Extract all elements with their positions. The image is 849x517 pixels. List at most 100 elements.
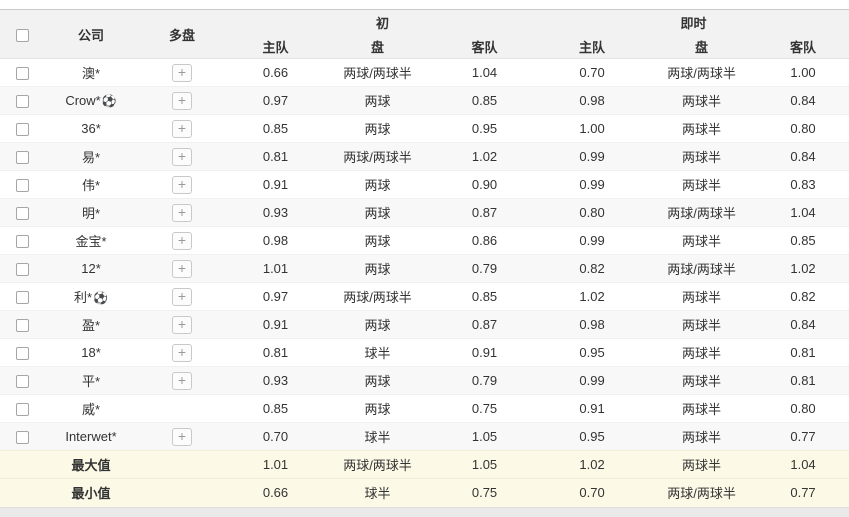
live-home-odds: 0.99	[538, 143, 646, 171]
select-all-checkbox[interactable]	[16, 29, 29, 42]
company-name: Interwet*	[45, 423, 137, 451]
init-away-odds: 0.86	[431, 227, 538, 255]
init-handicap: 球半	[324, 339, 431, 367]
live-home-odds: 0.82	[538, 255, 646, 283]
live-handicap: 两球半	[646, 423, 757, 451]
row-checkbox[interactable]	[16, 375, 29, 388]
init-home-odds: 0.85	[227, 395, 324, 423]
live-away-odds: 0.84	[757, 143, 849, 171]
init-handicap: 两球	[324, 171, 431, 199]
bottom-strip	[0, 507, 849, 517]
live-away-odds: 1.04	[757, 451, 849, 479]
table-row: 盈* + 0.91 两球 0.87 0.98 两球半 0.84	[0, 311, 849, 339]
row-checkbox[interactable]	[16, 319, 29, 332]
row-checkbox[interactable]	[16, 263, 29, 276]
live-away-odds: 0.84	[757, 311, 849, 339]
column-header-init-away: 客队	[431, 35, 538, 59]
table-row: 金宝* + 0.98 两球 0.86 0.99 两球半 0.85	[0, 227, 849, 255]
init-away-odds: 0.91	[431, 339, 538, 367]
live-home-odds: 0.99	[538, 171, 646, 199]
live-handicap: 两球半	[646, 143, 757, 171]
expand-plus-button[interactable]: +	[172, 316, 192, 334]
row-checkbox[interactable]	[16, 431, 29, 444]
init-away-odds: 0.79	[431, 367, 538, 395]
init-handicap: 两球/两球半	[324, 451, 431, 479]
company-name: 伟*	[45, 171, 137, 199]
row-checkbox[interactable]	[16, 207, 29, 220]
init-away-odds: 1.05	[431, 423, 538, 451]
row-checkbox[interactable]	[16, 291, 29, 304]
row-checkbox[interactable]	[16, 151, 29, 164]
init-away-odds: 0.79	[431, 255, 538, 283]
init-home-odds: 0.91	[227, 311, 324, 339]
odds-table: 公司 多盘 初 即时 主队 盘 客队 主队 盘 客队 澳* + 0.66 两球/…	[0, 9, 849, 507]
table-row: 易* + 0.81 两球/两球半 1.02 0.99 两球半 0.84	[0, 143, 849, 171]
init-home-odds: 0.70	[227, 423, 324, 451]
row-checkbox[interactable]	[16, 235, 29, 248]
live-handicap: 两球/两球半	[646, 59, 757, 87]
live-home-odds: 1.02	[538, 451, 646, 479]
live-home-odds: 0.80	[538, 199, 646, 227]
init-away-odds: 0.75	[431, 395, 538, 423]
live-home-odds: 0.98	[538, 311, 646, 339]
row-checkbox[interactable]	[16, 179, 29, 192]
live-handicap: 两球/两球半	[646, 479, 757, 507]
expand-plus-button[interactable]: +	[172, 92, 192, 110]
table-row: 威* 0.85 两球 0.75 0.91 两球半 0.80	[0, 395, 849, 423]
company-name: 平*	[45, 367, 137, 395]
init-away-odds: 0.90	[431, 171, 538, 199]
table-row: 平* + 0.93 两球 0.79 0.99 两球半 0.81	[0, 367, 849, 395]
table-row: 18* + 0.81 球半 0.91 0.95 两球半 0.81	[0, 339, 849, 367]
soccer-ball-icon: ⚽	[102, 94, 117, 108]
column-header-init-handicap: 盘	[324, 35, 431, 59]
live-handicap: 两球半	[646, 339, 757, 367]
expand-plus-button[interactable]: +	[172, 176, 192, 194]
live-home-odds: 1.02	[538, 283, 646, 311]
live-home-odds: 0.95	[538, 339, 646, 367]
row-checkbox[interactable]	[16, 123, 29, 136]
row-checkbox[interactable]	[16, 95, 29, 108]
expand-plus-button[interactable]: +	[172, 232, 192, 250]
live-handicap: 两球半	[646, 395, 757, 423]
row-checkbox[interactable]	[16, 403, 29, 416]
live-away-odds: 1.02	[757, 255, 849, 283]
expand-plus-button[interactable]: +	[172, 372, 192, 390]
column-group-initial: 初	[227, 10, 538, 35]
init-away-odds: 1.05	[431, 451, 538, 479]
expand-plus-button[interactable]: +	[172, 64, 192, 82]
expand-plus-button[interactable]: +	[172, 344, 192, 362]
column-group-live: 即时	[538, 10, 849, 35]
column-header-live-home: 主队	[538, 35, 646, 59]
init-home-odds: 1.01	[227, 255, 324, 283]
live-handicap: 两球半	[646, 311, 757, 339]
live-handicap: 两球半	[646, 283, 757, 311]
table-row: 12* + 1.01 两球 0.79 0.82 两球/两球半 1.02	[0, 255, 849, 283]
expand-plus-button[interactable]: +	[172, 288, 192, 306]
table-header: 公司 多盘 初 即时 主队 盘 客队 主队 盘 客队	[0, 10, 849, 59]
column-header-multi: 多盘	[137, 10, 227, 59]
soccer-ball-icon: ⚽	[93, 291, 108, 305]
init-home-odds: 0.85	[227, 115, 324, 143]
row-checkbox[interactable]	[16, 67, 29, 80]
init-home-odds: 0.91	[227, 171, 324, 199]
column-header-live-handicap: 盘	[646, 35, 757, 59]
row-checkbox[interactable]	[16, 347, 29, 360]
init-away-odds: 0.75	[431, 479, 538, 507]
live-home-odds: 0.98	[538, 87, 646, 115]
expand-plus-button[interactable]: +	[172, 148, 192, 166]
init-handicap: 两球/两球半	[324, 283, 431, 311]
max-label: 最大值	[45, 451, 137, 479]
expand-plus-button[interactable]: +	[172, 204, 192, 222]
live-home-odds: 0.95	[538, 423, 646, 451]
live-away-odds: 0.80	[757, 395, 849, 423]
live-home-odds: 0.99	[538, 367, 646, 395]
expand-plus-button[interactable]: +	[172, 428, 192, 446]
table-row: 利*⚽ + 0.97 两球/两球半 0.85 1.02 两球半 0.82	[0, 283, 849, 311]
init-home-odds: 0.66	[227, 479, 324, 507]
expand-plus-button[interactable]: +	[172, 260, 192, 278]
expand-plus-button[interactable]: +	[172, 120, 192, 138]
column-header-live-away: 客队	[757, 35, 849, 59]
live-home-odds: 0.91	[538, 395, 646, 423]
company-name: Crow*⚽	[45, 87, 137, 115]
min-row: 最小值 0.66 球半 0.75 0.70 两球/两球半 0.77	[0, 479, 849, 507]
